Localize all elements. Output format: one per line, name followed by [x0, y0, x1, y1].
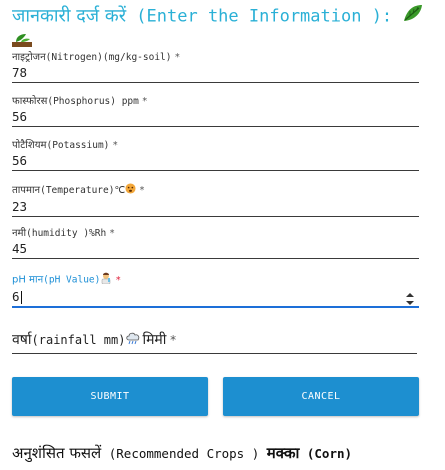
- humidity-field[interactable]: नमी(humidity )%Rh * 45: [12, 228, 419, 259]
- required-mark: *: [174, 52, 181, 63]
- phosphorus-label-hindi: फास्फोरस: [12, 96, 48, 107]
- potassium-label: पोटैशियम(Potassium) *: [12, 140, 419, 152]
- scientist-icon: [100, 272, 112, 288]
- temperature-input[interactable]: 23: [12, 199, 419, 216]
- ph-field[interactable]: pH मान(pH Value) * 6: [12, 272, 419, 308]
- recommended-crops: अनुशंसित फसलें (Recommended Crops ) मक्क…: [12, 443, 352, 463]
- rain-cloud-icon: [125, 331, 142, 350]
- temperature-label-hindi: तापमान: [12, 185, 41, 196]
- nitrogen-label-english: (Nitrogen)(mg/kg-soil): [45, 52, 172, 63]
- rainfall-label: वर्षा(rainfall mm) मिमी *: [12, 331, 417, 350]
- humidity-input[interactable]: 45: [12, 241, 419, 258]
- required-mark: *: [109, 228, 115, 239]
- cancel-button[interactable]: CANCEL: [223, 377, 419, 416]
- ph-label-hindi: pH मान: [12, 274, 44, 286]
- humidity-label-english: (humidity )%Rh: [26, 228, 107, 239]
- temperature-label-english: (Temperature)℃: [40, 185, 126, 196]
- nitrogen-label-hindi: नाइट्रोजन: [12, 52, 46, 63]
- recommended-label-hindi: अनुशंसित फसलें: [12, 444, 102, 462]
- crop-name-hindi: मक्का: [266, 444, 300, 462]
- rainfall-label-english: (rainfall mm): [31, 333, 126, 347]
- hot-face-icon: [125, 183, 136, 198]
- phosphorus-input[interactable]: 56: [12, 109, 419, 126]
- text-caret: [20, 291, 22, 304]
- nitrogen-field[interactable]: नाइट्रोजन(Nitrogen)(mg/kg-soil) * 78: [12, 52, 419, 83]
- spinner-arrows-icon[interactable]: [405, 291, 415, 305]
- potassium-label-english: (Potassium): [46, 140, 110, 151]
- potassium-label-hindi: पोटैशियम: [12, 140, 47, 151]
- ph-label-english: (pH Value): [43, 274, 101, 286]
- phosphorus-label: फास्फोरस(Phosphorus) ppm *: [12, 96, 419, 108]
- required-mark: *: [112, 140, 119, 151]
- rainfall-label-hindi: वर्षा: [12, 332, 32, 348]
- recommended-label-english: (Recommended Crops ): [101, 446, 260, 461]
- leaf-icon: [402, 3, 424, 30]
- rainfall-label-hindi-unit: मिमी: [142, 332, 167, 348]
- ph-input-value: 6: [12, 289, 20, 304]
- required-mark: *: [115, 274, 122, 286]
- phosphorus-field[interactable]: फास्फोरस(Phosphorus) ppm * 56: [12, 96, 419, 127]
- temperature-field[interactable]: तापमान(Temperature)℃ * 23: [12, 183, 419, 217]
- title-hindi: जानकारी दर्ज करें: [12, 5, 127, 27]
- required-mark: *: [141, 96, 148, 107]
- temperature-label: तापमान(Temperature)℃ *: [12, 183, 419, 198]
- rainfall-field[interactable]: वर्षा(rainfall mm) मिमी *: [12, 331, 417, 354]
- crop-name-english: (Corn): [299, 446, 353, 461]
- humidity-label: नमी(humidity )%Rh *: [12, 228, 419, 240]
- page-title: जानकारी दर्ज करें (Enter the Information…: [12, 3, 442, 54]
- submit-button[interactable]: SUBMIT: [12, 377, 208, 416]
- potassium-field[interactable]: पोटैशियम(Potassium) * 56: [12, 140, 419, 171]
- sprout-icon: [12, 30, 32, 54]
- phosphorus-label-english: (Phosphorus) ppm: [47, 96, 139, 107]
- title-english: (Enter the Information ):: [126, 6, 393, 27]
- nitrogen-input[interactable]: 78: [12, 65, 419, 82]
- potassium-input[interactable]: 56: [12, 153, 419, 170]
- ph-input[interactable]: 6: [12, 289, 419, 306]
- ph-label: pH मान(pH Value) *: [12, 272, 419, 288]
- humidity-label-hindi: नमी: [12, 228, 27, 239]
- nitrogen-label: नाइट्रोजन(Nitrogen)(mg/kg-soil) *: [12, 52, 419, 64]
- required-mark: *: [169, 333, 177, 347]
- required-mark: *: [139, 185, 145, 196]
